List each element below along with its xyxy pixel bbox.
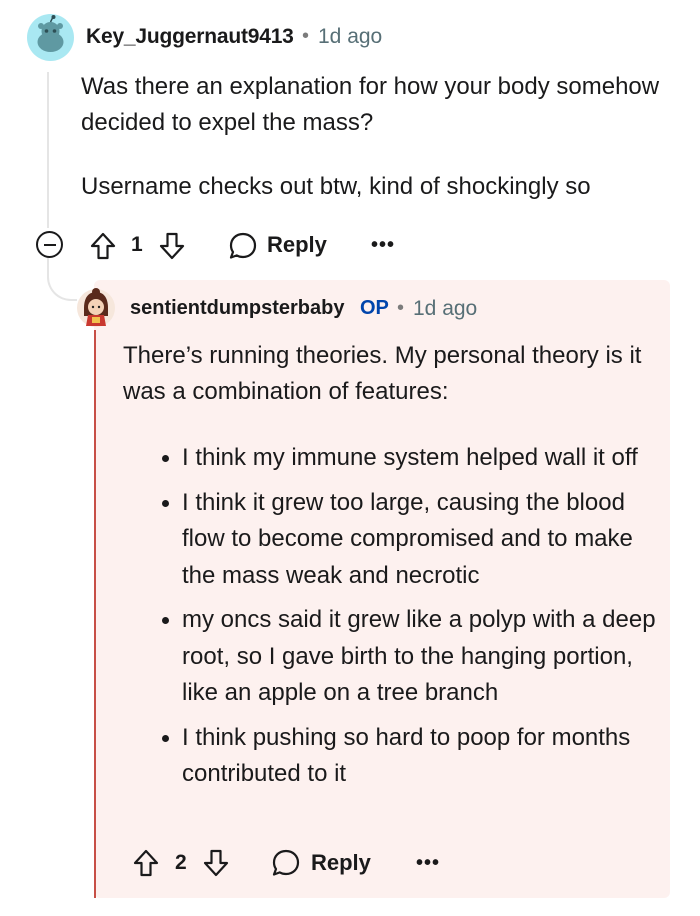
- vote-count: 2: [175, 851, 187, 874]
- downvote-icon[interactable]: [203, 849, 229, 877]
- comment-timestamp[interactable]: 1d ago: [318, 25, 382, 49]
- reply-bubble-icon[interactable]: [271, 848, 301, 878]
- reply-bullet-list: I think my immune system helped wall it …: [160, 440, 670, 801]
- reply-button[interactable]: Reply: [311, 850, 371, 876]
- upvote-icon[interactable]: [133, 849, 159, 877]
- comment-username[interactable]: Key_Juggernaut9413: [86, 25, 294, 49]
- downvote-icon[interactable]: [159, 232, 185, 260]
- more-options-button[interactable]: •••: [371, 234, 395, 257]
- reply-button[interactable]: Reply: [267, 232, 327, 258]
- meta-separator: •: [302, 25, 310, 47]
- list-item: I think it grew too large, causing the b…: [160, 485, 670, 595]
- collapse-thread-button[interactable]: [36, 231, 63, 258]
- comment-paragraph: Was there an explanation for how your bo…: [81, 73, 660, 136]
- reply-bubble-icon[interactable]: [228, 231, 258, 261]
- list-item: I think my immune system helped wall it …: [160, 440, 670, 477]
- reply-intro: There’s running theories. My personal th…: [123, 342, 642, 405]
- thread-elbow: [47, 255, 77, 301]
- comment-paragraph: Username checks out btw, kind of shockin…: [81, 173, 591, 200]
- thread-line: [47, 72, 49, 228]
- user-avatar-icon[interactable]: [76, 286, 116, 330]
- reply-thread-line: [94, 330, 96, 898]
- snoo-avatar-icon: [37, 15, 64, 52]
- user-avatar[interactable]: [27, 14, 74, 61]
- minus-icon: [43, 243, 56, 246]
- vote-count: 1: [131, 233, 143, 256]
- meta-separator: •: [397, 297, 405, 319]
- list-item: I think pushing so hard to poop for mont…: [160, 720, 670, 793]
- op-badge: OP: [360, 297, 389, 319]
- more-options-button[interactable]: •••: [416, 852, 440, 875]
- upvote-icon[interactable]: [90, 232, 116, 260]
- comment-body: Was there an explanation for how your bo…: [81, 69, 681, 233]
- reply-username[interactable]: sentientdumpsterbaby: [130, 297, 344, 320]
- list-item: my oncs said it grew like a polyp with a…: [160, 602, 670, 712]
- reply-timestamp[interactable]: 1d ago: [413, 297, 477, 321]
